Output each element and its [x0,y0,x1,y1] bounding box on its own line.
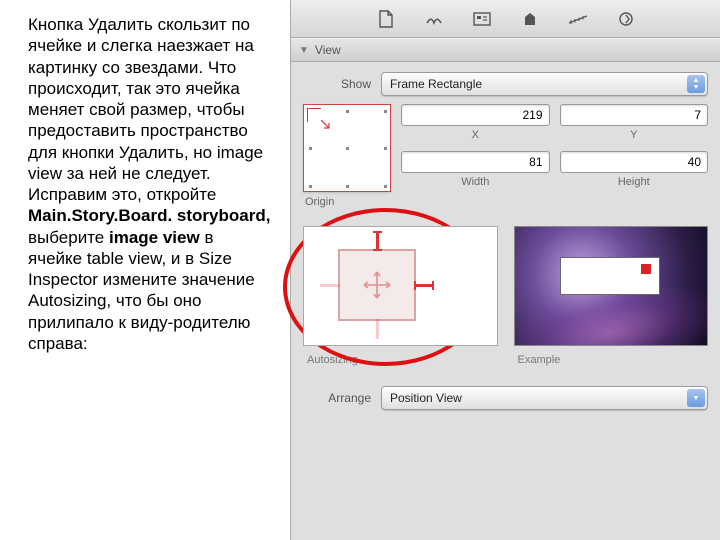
inspector-toolbar [291,0,720,38]
y-label: Y [560,129,709,141]
disclosure-triangle-icon: ▼ [299,45,309,56]
bold-imageview: image view [109,228,200,247]
size-inspector-icon[interactable] [567,8,589,30]
width-field[interactable] [401,151,550,173]
x-label: X [401,129,550,141]
show-value: Frame Rectangle [390,77,482,91]
para-2: выберите [28,228,109,247]
file-inspector-icon[interactable] [375,8,397,30]
dropdown-arrows-icon: ▼ [687,389,705,407]
origin-arrow-icon [321,120,331,130]
strut-left[interactable] [320,284,340,287]
example-inner-view [641,264,651,274]
arrange-row: Arrange Position View ▼ [303,386,708,410]
origin-corner-indicator [307,108,321,122]
instruction-text: Кнопка Удалить скользит по ячейке и слег… [0,0,290,540]
origin-label: Origin [305,196,391,208]
springs-center-icon[interactable] [362,270,392,300]
show-row: Show Frame Rectangle ▲▼ [303,72,708,96]
connections-inspector-icon[interactable] [615,8,637,30]
autosizing-example-row: Autosizing Example [303,226,708,366]
width-label: Width [401,176,550,188]
y-field[interactable] [560,104,709,126]
height-field[interactable] [560,151,709,173]
quick-help-icon[interactable] [423,8,445,30]
bold-storyboard: Main.Story.Board. storyboard, [28,206,270,225]
dropdown-arrows-icon: ▲▼ [687,75,705,93]
autosizing-control[interactable] [303,226,498,346]
origin-anchor-grid[interactable] [303,104,391,192]
height-label: Height [560,176,709,188]
attributes-inspector-icon[interactable] [519,8,541,30]
show-label: Show [303,77,381,91]
autosizing-inner-rect [338,249,416,321]
example-label: Example [514,354,709,366]
view-section-title: View [315,43,341,57]
view-section-header[interactable]: ▼ View [291,38,720,62]
example-preview [514,226,709,346]
identity-inspector-icon[interactable] [471,8,493,30]
strut-top[interactable] [376,231,379,251]
x-field[interactable] [401,104,550,126]
autosizing-box: Autosizing [303,226,498,366]
strut-right[interactable] [414,284,434,287]
show-dropdown[interactable]: Frame Rectangle ▲▼ [381,72,708,96]
frame-fields: X Y Width Height [401,104,708,208]
strut-bottom[interactable] [376,319,379,339]
arrange-dropdown[interactable]: Position View ▼ [381,386,708,410]
arrange-value: Position View [390,391,462,405]
para-1: Кнопка Удалить скользит по ячейке и слег… [28,15,263,204]
example-window [560,257,660,295]
example-box: Example [514,226,709,366]
arrange-label: Arrange [303,391,381,405]
inspector-panel: ▼ View Show Frame Rectangle ▲▼ [290,0,720,540]
autosizing-label: Autosizing [303,354,498,366]
view-section-body: Show Frame Rectangle ▲▼ [291,62,720,432]
origin-xy-block: Origin X Y Width [303,104,708,208]
